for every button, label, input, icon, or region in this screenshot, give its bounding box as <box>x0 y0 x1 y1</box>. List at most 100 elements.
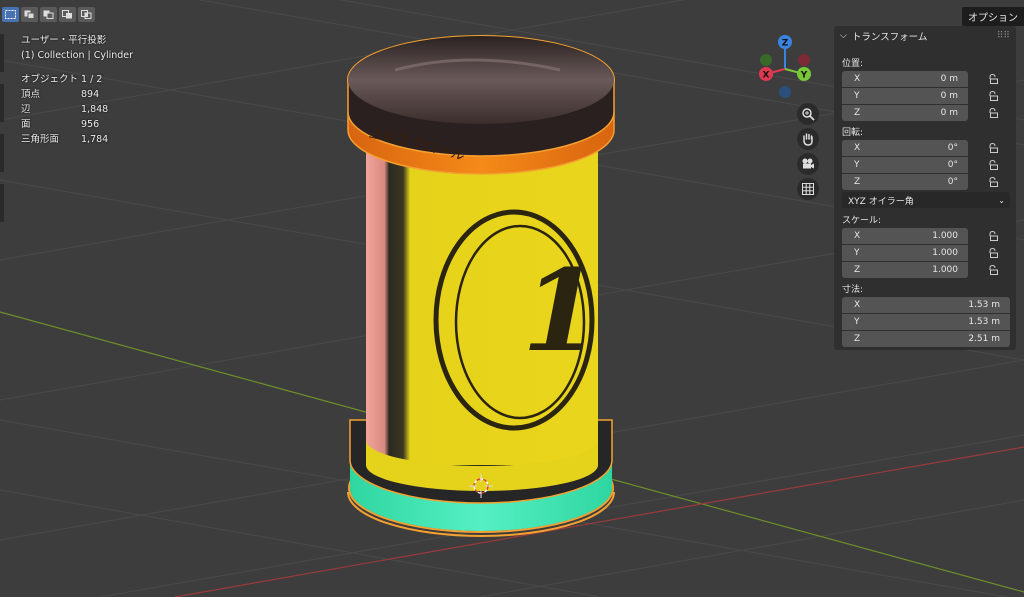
toolbar-tab[interactable] <box>0 84 4 122</box>
field-value: 0 m <box>940 74 958 84</box>
lock-icon[interactable] <box>988 108 998 118</box>
drag-handle-icon[interactable]: ⠿⠿ <box>997 31 1010 41</box>
rotation-mode-value: XYZ オイラー角 <box>848 196 914 207</box>
collection-label: (1) Collection | Cylinder <box>21 50 134 61</box>
rotation-mode-select[interactable]: XYZ オイラー角 ⌄ <box>842 192 1010 208</box>
axis-label: Z <box>854 177 861 187</box>
stat-label: 面 <box>21 119 31 130</box>
axis-label: X <box>854 231 861 241</box>
dimensions-x-field[interactable]: X 1.53 m <box>842 297 1010 313</box>
field-value: 1.000 <box>932 231 958 241</box>
stat-value: 894 <box>81 89 100 100</box>
stat-value: 956 <box>81 119 100 130</box>
toolbar-tab[interactable] <box>0 34 4 72</box>
select-extend-icon[interactable] <box>21 7 38 22</box>
stat-label: 三角形面 <box>21 134 60 145</box>
stat-label: 頂点 <box>21 89 41 100</box>
axis-label: Y <box>854 160 860 170</box>
lock-icon[interactable] <box>988 265 998 275</box>
stat-value: 1,848 <box>81 104 109 115</box>
pan-hand-icon[interactable] <box>797 128 819 150</box>
field-value: 0° <box>947 177 958 187</box>
scene-statistics: オブジェクト 1 / 2 頂点 894 辺 1,848 面 956 三角形面 1,784 <box>21 72 108 147</box>
options-button[interactable]: オプション <box>962 7 1024 26</box>
stat-row: 頂点 894 <box>21 87 108 102</box>
field-value: 1.53 m <box>968 300 1000 310</box>
neg-z-axis-icon[interactable] <box>779 86 791 98</box>
stat-row: 面 956 <box>21 117 108 132</box>
field-value: 1.53 m <box>968 317 1000 327</box>
view-label: ユーザー・平行投影 <box>21 35 107 46</box>
lock-icon[interactable] <box>988 248 998 258</box>
dimensions-y-field[interactable]: Y 1.53 m <box>842 314 1010 330</box>
select-subtract-icon[interactable] <box>40 7 57 22</box>
z-axis-label: Z <box>782 39 789 49</box>
stat-row: 三角形面 1,784 <box>21 132 108 147</box>
viewport-info: ユーザー・平行投影 (1) Collection | Cylinder <box>21 33 133 63</box>
select-intersect-icon[interactable] <box>78 7 95 22</box>
field-value: 0 m <box>940 108 958 118</box>
scale-z-field[interactable]: Z 1.000 <box>842 262 968 278</box>
zoom-icon[interactable] <box>797 103 819 125</box>
field-value: 0 m <box>940 91 958 101</box>
axis-label: Y <box>854 91 860 101</box>
toolbar-tab[interactable] <box>0 134 4 172</box>
location-z-field[interactable]: Z 0 m <box>842 105 968 121</box>
panel-title: トランスフォーム <box>851 32 928 43</box>
field-value: 0° <box>947 143 958 153</box>
rotation-x-field[interactable]: X 0° <box>842 140 968 156</box>
lock-icon[interactable] <box>988 160 998 170</box>
chevron-down-icon[interactable]: ⌵ <box>840 31 847 41</box>
axis-label: Y <box>854 317 860 327</box>
toolbar-tab[interactable] <box>0 184 4 222</box>
field-value: 1.000 <box>932 265 958 275</box>
stat-row: オブジェクト 1 / 2 <box>21 72 108 87</box>
axis-label: Z <box>854 334 861 344</box>
select-box-icon[interactable] <box>2 7 19 22</box>
x-axis-label: X <box>763 71 770 81</box>
left-toolbar-edge <box>0 30 4 234</box>
panel-header[interactable]: ⌵ トランスフォーム ⠿⠿ <box>834 26 1016 46</box>
scale-y-field[interactable]: Y 1.000 <box>842 245 968 261</box>
field-value: 2.51 m <box>968 334 1000 344</box>
axis-label: X <box>854 74 861 84</box>
camera-icon[interactable] <box>797 153 819 175</box>
axis-label: X <box>854 300 861 310</box>
rotation-y-field[interactable]: Y 0° <box>842 157 968 173</box>
stat-value: 1 / 2 <box>81 74 103 85</box>
axis-label: Y <box>854 248 860 258</box>
scale-label: スケール: <box>842 216 882 226</box>
axis-label: Z <box>854 265 861 275</box>
selection-mode-buttons <box>2 7 95 22</box>
y-axis-label: Y <box>800 71 808 81</box>
select-invert-icon[interactable] <box>59 7 76 22</box>
field-value: 0° <box>947 160 958 170</box>
rotation-z-field[interactable]: Z 0° <box>842 174 968 190</box>
location-label: 位置: <box>842 59 864 69</box>
neg-x-axis-icon[interactable] <box>798 54 810 66</box>
dimensions-label: 寸法: <box>842 285 864 295</box>
location-y-field[interactable]: Y 0 m <box>842 88 968 104</box>
chevron-down-icon: ⌄ <box>998 195 1005 205</box>
neg-y-axis-icon[interactable] <box>760 54 772 66</box>
lock-icon[interactable] <box>988 231 998 241</box>
axis-label: X <box>854 143 861 153</box>
dimensions-z-field[interactable]: Z 2.51 m <box>842 331 1010 347</box>
axis-label: Z <box>854 108 861 118</box>
lock-icon[interactable] <box>988 74 998 84</box>
model-number: 1 <box>522 246 600 377</box>
field-value: 1.000 <box>932 248 958 258</box>
navigation-gizmo[interactable]: Z X Y <box>752 32 818 100</box>
lock-icon[interactable] <box>988 91 998 101</box>
stat-label: オブジェクト <box>21 74 79 85</box>
scale-x-field[interactable]: X 1.000 <box>842 228 968 244</box>
stat-row: 辺 1,848 <box>21 102 108 117</box>
lock-icon[interactable] <box>988 143 998 153</box>
stat-label: 辺 <box>21 104 31 115</box>
transform-panel: ⌵ トランスフォーム ⠿⠿ 位置: X 0 m Y 0 m Z 0 m 回転: X 0°… <box>834 26 1016 350</box>
stat-value: 1,784 <box>81 134 109 145</box>
grid-view-icon[interactable] <box>797 178 819 200</box>
location-x-field[interactable]: X 0 m <box>842 71 968 87</box>
rotation-label: 回転: <box>842 128 864 138</box>
lock-icon[interactable] <box>988 177 998 187</box>
